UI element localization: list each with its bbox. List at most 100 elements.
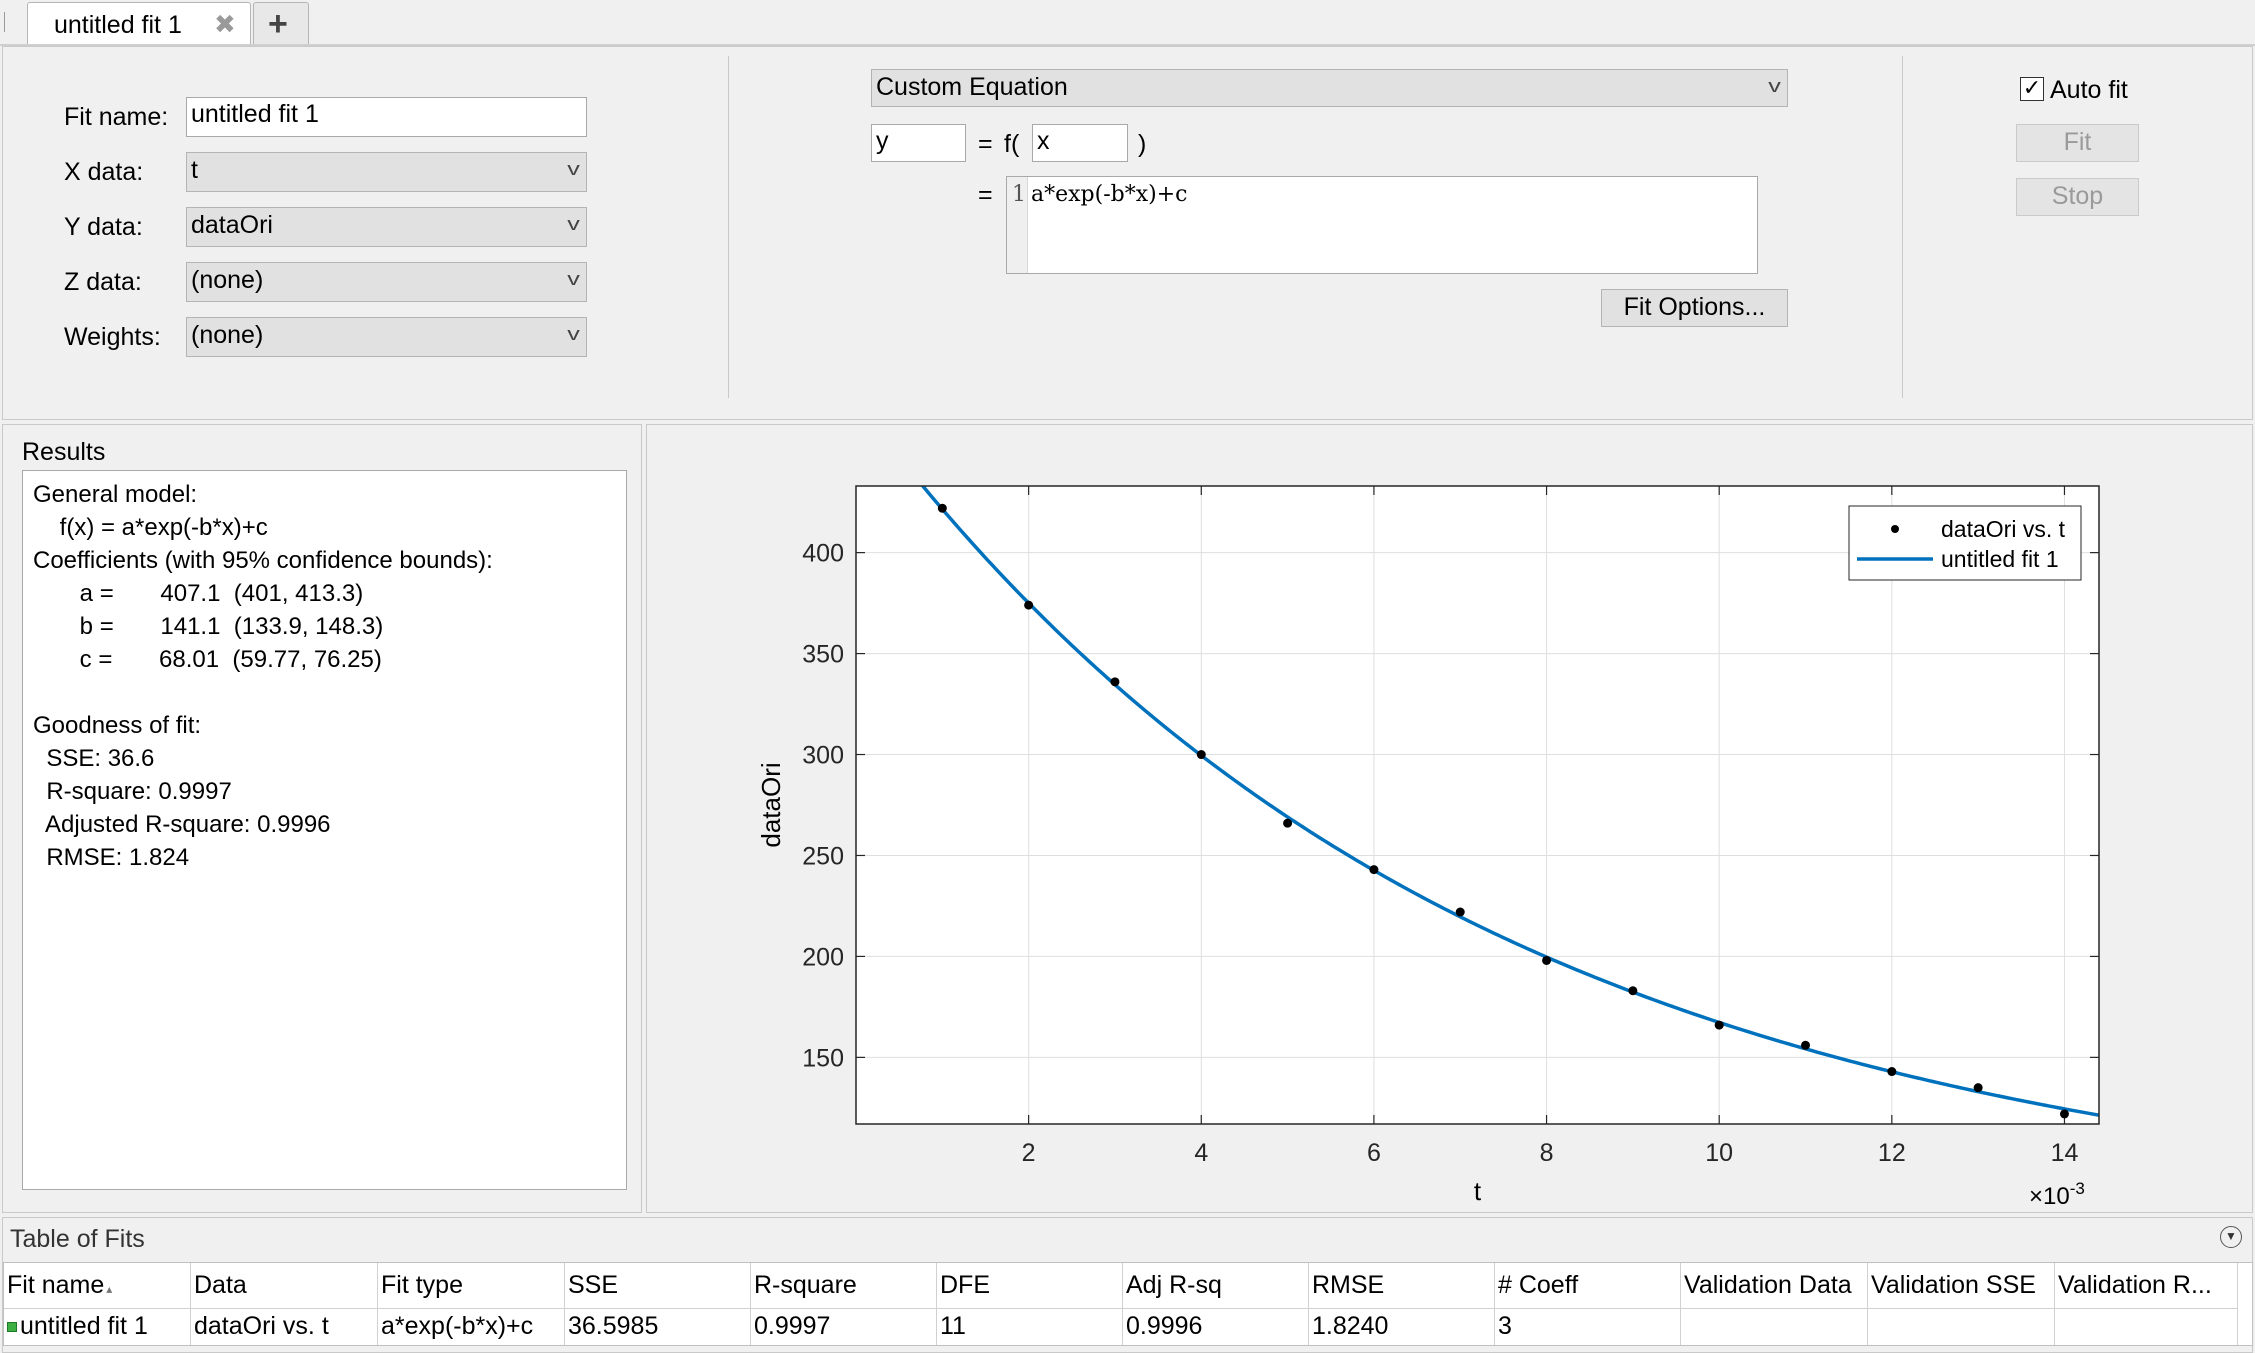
chevron-down-icon: v <box>1768 76 1781 96</box>
chevron-down-icon: v <box>567 214 580 234</box>
collapse-panel-icon[interactable]: ▼ <box>2220 1226 2242 1248</box>
column-header[interactable]: Adj R-sq <box>1123 1263 1309 1309</box>
table-cell[interactable]: a*exp(-b*x)+c <box>378 1309 565 1345</box>
data-point[interactable] <box>1801 1040 1811 1050</box>
column-header[interactable]: SSE <box>565 1263 751 1309</box>
column-header-label: DFE <box>940 1271 990 1299</box>
x-exponent-label: ×10-3 <box>2029 1179 2085 1210</box>
legend-label-points: dataOri vs. t <box>1941 516 2066 542</box>
table-of-fits-title: Table of Fits <box>10 1225 145 1253</box>
fit-name-input[interactable]: untitled fit 1 <box>186 97 587 137</box>
fit-button[interactable]: Fit <box>2016 124 2139 162</box>
column-header[interactable]: Data <box>191 1263 378 1309</box>
weights-dropdown[interactable]: (none) v <box>186 317 587 357</box>
results-line: c = 68.01 (59.77, 76.25) <box>33 646 382 673</box>
results-line: Goodness of fit: <box>33 712 202 739</box>
z-data-dropdown[interactable]: (none) v <box>186 262 587 302</box>
table-cell[interactable] <box>1681 1309 1868 1345</box>
stop-button[interactable]: Stop <box>2016 178 2139 216</box>
results-line: General model: <box>33 481 198 508</box>
chevron-down-icon: v <box>567 159 580 179</box>
data-point[interactable] <box>937 503 947 513</box>
table-cell-value: dataOri vs. t <box>194 1312 329 1340</box>
table-cell[interactable]: 0.9997 <box>751 1309 937 1345</box>
data-point[interactable] <box>1455 907 1465 917</box>
fit-plot[interactable]: 2 4 6 8 10 12 14 150 200 250 300 350 400 t dataOri ×… <box>646 424 2253 1213</box>
data-point[interactable] <box>1628 986 1638 996</box>
close-tab-icon[interactable]: ✖ <box>214 9 236 40</box>
independent-variable-input[interactable]: x <box>1032 124 1128 162</box>
column-header[interactable]: Validation R... <box>2055 1263 2238 1309</box>
table-cell[interactable]: 36.5985 <box>565 1309 751 1345</box>
axes-background <box>856 486 2099 1124</box>
data-point[interactable] <box>1973 1083 1983 1093</box>
column-header-label: Validation SSE <box>1871 1271 2036 1299</box>
dependent-variable-input[interactable]: y <box>871 124 966 162</box>
table-cell[interactable]: 11 <box>937 1309 1123 1345</box>
table-cell[interactable] <box>1868 1309 2055 1345</box>
x-data-label: X data: <box>64 158 144 186</box>
equation-expression: a*exp(-b*x)+c <box>1031 182 1188 207</box>
column-header-label: SSE <box>568 1271 619 1299</box>
table-cell-value: 3 <box>1498 1312 1512 1340</box>
tab-strip: untitled fit 1 ✖ + <box>0 0 2255 46</box>
legend[interactable]: dataOri vs. t untitled fit 1 <box>1848 505 2082 581</box>
table-cell[interactable] <box>2055 1309 2238 1345</box>
x-axis-label: t <box>1474 1176 1482 1206</box>
column-header[interactable]: DFE <box>937 1263 1123 1309</box>
fit-type-dropdown[interactable]: Custom Equation v <box>871 69 1788 107</box>
column-header[interactable]: R-square <box>751 1263 937 1309</box>
table-cell[interactable]: 3 <box>1495 1309 1681 1345</box>
x-tick-label: 14 <box>2051 1139 2079 1167</box>
data-point[interactable] <box>1110 677 1120 687</box>
table-cell[interactable]: 0.9996 <box>1123 1309 1309 1345</box>
data-point[interactable] <box>1542 955 1552 965</box>
y-tick-label: 250 <box>802 842 844 870</box>
table-cell-value: 11 <box>940 1312 966 1340</box>
table-cell[interactable]: untitled fit 1 <box>4 1309 191 1345</box>
fit-options-button[interactable]: Fit Options... <box>1601 289 1788 327</box>
data-point[interactable] <box>1714 1020 1724 1030</box>
x-tick-label: 12 <box>1878 1139 1906 1167</box>
results-text-box: General model: f(x) = a*exp(-b*x)+c Coeff… <box>22 470 627 1190</box>
column-header[interactable]: Validation Data <box>1681 1263 1868 1309</box>
y-tick-label: 150 <box>802 1044 844 1072</box>
results-line: Adjusted R-square: 0.9996 <box>33 811 331 838</box>
results-line: Coefficients (with 95% confidence bounds… <box>33 547 493 574</box>
auto-fit-checkbox[interactable]: ✓ <box>2020 77 2044 101</box>
data-point[interactable] <box>1887 1067 1897 1077</box>
x-data-dropdown[interactable]: tv <box>186 152 587 192</box>
table-cell[interactable]: dataOri vs. t <box>191 1309 378 1345</box>
x-tick-label: 10 <box>1705 1139 1733 1167</box>
data-point[interactable] <box>1283 818 1293 828</box>
column-header[interactable]: # Coeff <box>1495 1263 1681 1309</box>
x-exponent-power: -3 <box>2070 1179 2085 1198</box>
tab-untitled-fit-1[interactable]: untitled fit 1 ✖ <box>27 2 251 44</box>
data-point[interactable] <box>1196 750 1206 760</box>
column-header[interactable]: Fit type <box>378 1263 565 1309</box>
y-axis-label: dataOri <box>756 762 786 847</box>
column-header[interactable]: Validation SSE <box>1868 1263 2055 1309</box>
data-point[interactable] <box>2059 1109 2069 1119</box>
legend-marker-points <box>1891 525 1899 533</box>
column-header[interactable]: RMSE <box>1309 1263 1495 1309</box>
data-point[interactable] <box>1369 865 1379 875</box>
data-point[interactable] <box>1024 600 1034 610</box>
equation-editor[interactable]: 1 a*exp(-b*x)+c <box>1006 176 1758 274</box>
results-line: R-square: 0.9997 <box>33 778 232 805</box>
y-data-label: Y data: <box>64 213 143 241</box>
tab-label: untitled fit 1 <box>54 11 182 39</box>
x-exponent-base: ×10 <box>2029 1183 2070 1210</box>
panel-separator <box>728 56 729 398</box>
table-cell-value: untitled fit 1 <box>20 1312 148 1340</box>
sort-ascending-icon: ▴ <box>106 1282 113 1296</box>
x-tick-label: 4 <box>1194 1139 1208 1167</box>
add-tab-button[interactable]: + <box>253 2 309 44</box>
equals-sign-2: = <box>978 181 993 209</box>
table-cell-value: 0.9997 <box>754 1312 831 1340</box>
fit-status-icon <box>7 1322 17 1333</box>
column-header[interactable]: Fit name ▴ <box>4 1263 191 1309</box>
column-header-label: Validation Data <box>1684 1271 1852 1299</box>
y-data-dropdown[interactable]: dataOri v <box>186 207 587 247</box>
table-cell[interactable]: 1.8240 <box>1309 1309 1495 1345</box>
